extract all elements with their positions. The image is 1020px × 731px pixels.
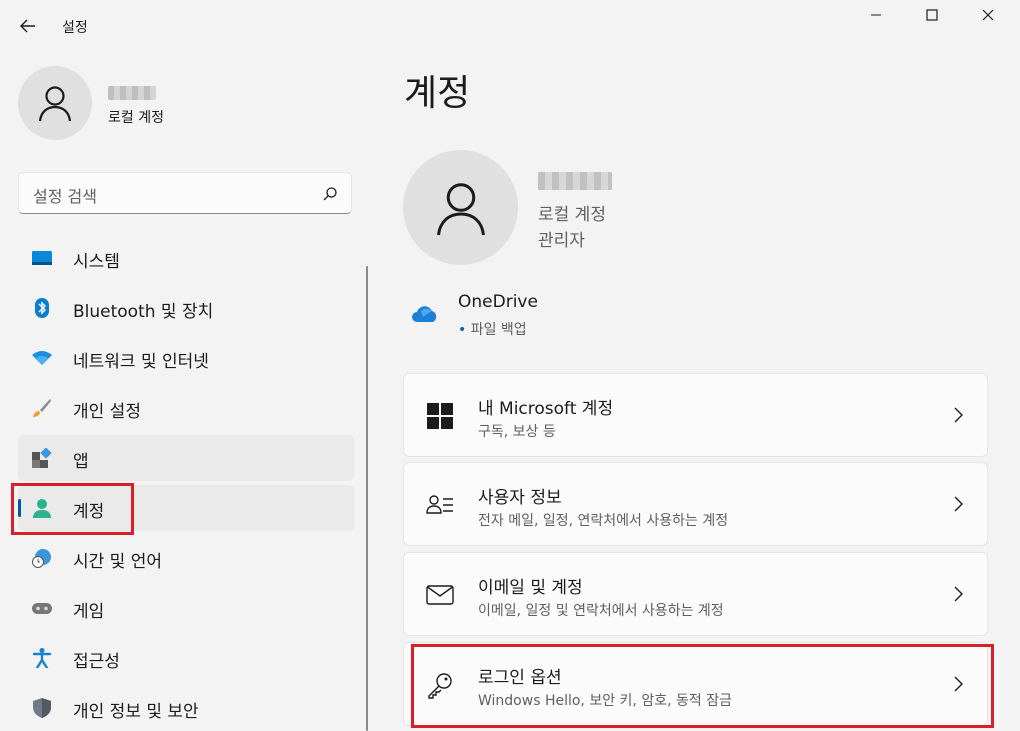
sidebar-item-label: Bluetooth 및 장치 — [73, 302, 214, 322]
sidebar-item-label: 게임 — [73, 602, 105, 622]
sidebar-item-system[interactable]: 시스템 — [18, 235, 354, 281]
user-name-redacted — [108, 86, 156, 100]
onedrive-icon — [412, 306, 437, 322]
card-sign-in-options[interactable]: 로그인 옵션 Windows Hello, 보안 키, 암호, 동적 잠금 — [403, 642, 988, 726]
back-button[interactable] — [14, 12, 42, 40]
user-info-icon — [426, 495, 453, 514]
sidebar-item-label: 개인 정보 및 보안 — [73, 702, 199, 722]
chevron-right-icon — [954, 407, 963, 423]
minimize-icon — [871, 14, 881, 16]
sidebar-item-gaming[interactable]: 게임 — [18, 585, 354, 631]
sidebar-item-privacy-security[interactable]: 개인 정보 및 보안 — [18, 685, 354, 731]
card-title: 내 Microsoft 계정 — [478, 399, 614, 419]
onedrive-subtitle: • 파일 백업 — [458, 319, 527, 339]
key-icon — [428, 673, 452, 699]
main-account-role: 관리자 — [538, 231, 585, 251]
avatar — [18, 66, 92, 140]
card-subtitle: 구독, 보상 등 — [478, 424, 556, 440]
account-type-label: 로컬 계정 — [108, 110, 164, 126]
card-subtitle: Windows Hello, 보안 키, 암호, 동적 잠금 — [478, 693, 732, 709]
card-subtitle: 이메일, 일정 및 연락처에서 사용하는 계정 — [478, 603, 724, 619]
card-email-accounts[interactable]: 이메일 및 계정 이메일, 일정 및 연락처에서 사용하는 계정 — [403, 552, 988, 636]
user-avatar-icon — [436, 182, 485, 235]
main-avatar[interactable] — [403, 150, 518, 265]
user-avatar-icon — [38, 86, 72, 122]
shield-icon — [33, 698, 51, 718]
chevron-right-icon — [954, 496, 963, 512]
sidebar-scrollbar[interactable] — [366, 266, 368, 731]
title-bar: 설정 — [0, 0, 1020, 52]
apps-icon — [32, 448, 52, 468]
sidebar-item-personalization[interactable]: 개인 설정 — [18, 385, 354, 431]
onedrive-title[interactable]: OneDrive — [458, 292, 538, 312]
sidebar-item-label: 시스템 — [73, 252, 120, 272]
page-title: 계정 — [404, 73, 471, 114]
card-microsoft-account[interactable]: 내 Microsoft 계정 구독, 보상 등 — [403, 373, 988, 457]
main-account-type: 로컬 계정 — [538, 205, 606, 225]
sidebar-item-apps[interactable]: 앱 — [18, 435, 354, 481]
sidebar-item-accounts[interactable]: 계정 — [18, 485, 354, 531]
card-title: 사용자 정보 — [478, 488, 562, 508]
card-subtitle: 전자 메일, 일정, 연락처에서 사용하는 계정 — [478, 513, 729, 529]
sidebar-nav: 시스템 Bluetooth 및 장치 네트워크 및 인터넷 개인 설정 앱 계정… — [18, 235, 354, 731]
onedrive-subtitle-text: 파일 백업 — [470, 322, 527, 338]
sidebar-item-accessibility[interactable]: 접근성 — [18, 635, 354, 681]
sidebar-item-label: 시간 및 언어 — [73, 552, 163, 572]
sidebar-item-label: 계정 — [73, 502, 105, 522]
status-dot: • — [458, 322, 471, 338]
sidebar-item-label: 앱 — [73, 452, 89, 472]
sidebar-profile[interactable]: 로컬 계정 — [18, 66, 164, 140]
card-title: 이메일 및 계정 — [478, 578, 583, 598]
system-icon — [32, 251, 52, 265]
chevron-right-icon — [954, 586, 963, 602]
sidebar-item-time-language[interactable]: 시간 및 언어 — [18, 535, 354, 581]
search-box[interactable]: 설정 검색 — [18, 172, 352, 214]
back-arrow-icon — [20, 19, 35, 33]
gamepad-icon — [32, 603, 52, 614]
sidebar-item-label: 네트워크 및 인터넷 — [73, 352, 209, 372]
card-title: 로그인 옵션 — [478, 668, 562, 688]
search-input[interactable]: 설정 검색 — [33, 183, 97, 207]
chevron-right-icon — [954, 676, 963, 692]
app-title: 설정 — [62, 20, 88, 36]
account-icon — [33, 499, 51, 518]
sidebar-item-label: 접근성 — [73, 652, 120, 672]
sidebar-item-bluetooth[interactable]: Bluetooth 및 장치 — [18, 285, 354, 331]
close-icon — [982, 9, 994, 21]
maximize-button[interactable] — [904, 0, 960, 30]
maximize-icon — [926, 9, 938, 21]
close-button[interactable] — [960, 0, 1016, 30]
globe-clock-icon — [32, 549, 51, 568]
search-icon[interactable] — [321, 185, 339, 203]
minimize-button[interactable] — [848, 0, 904, 30]
accessibility-icon — [32, 648, 52, 668]
main-user-name-redacted — [538, 172, 612, 190]
selection-indicator — [18, 499, 21, 517]
sidebar-item-network[interactable]: 네트워크 및 인터넷 — [18, 335, 354, 381]
mail-icon — [426, 585, 454, 605]
paintbrush-icon — [33, 399, 51, 417]
bluetooth-icon — [35, 298, 49, 318]
card-user-info[interactable]: 사용자 정보 전자 메일, 일정, 연락처에서 사용하는 계정 — [403, 462, 988, 546]
sidebar-item-label: 개인 설정 — [73, 402, 141, 422]
microsoft-logo-icon — [427, 403, 453, 429]
wifi-icon — [32, 351, 52, 365]
